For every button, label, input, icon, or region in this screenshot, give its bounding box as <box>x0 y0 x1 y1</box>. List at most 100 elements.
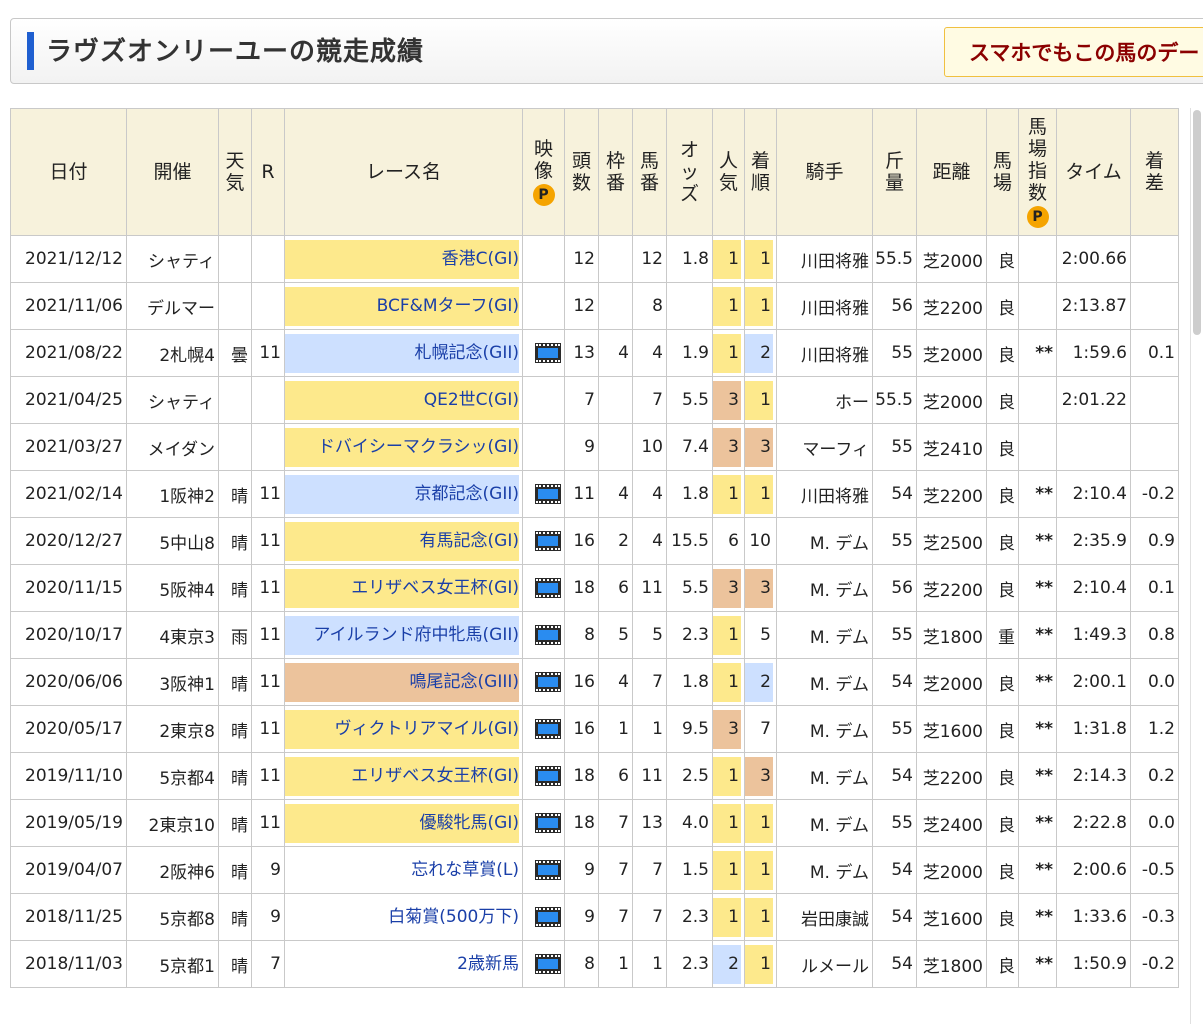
header-round[interactable]: R <box>251 108 285 236</box>
race-date-link[interactable]: 2020/11/15 <box>10 564 127 612</box>
header-date[interactable]: 日付 <box>10 108 127 236</box>
race-name-link[interactable]: ドバイシーマクラシッ(GI) <box>285 427 519 467</box>
header-jockey[interactable]: 騎手 <box>776 108 873 236</box>
venue-link[interactable]: 5京都4 <box>126 752 219 800</box>
header-time[interactable]: タイム <box>1056 108 1131 236</box>
header-heads[interactable]: 頭数 <box>564 108 599 236</box>
race-date-link[interactable]: 2019/11/10 <box>10 752 127 800</box>
header-odds[interactable]: オッズ <box>666 108 713 236</box>
race-name-link[interactable]: 忘れな草賞(L) <box>286 851 519 890</box>
race-name-link[interactable]: 2歳新馬 <box>286 945 519 984</box>
jockey-link[interactable]: M. デム <box>776 517 873 565</box>
video-film-icon[interactable] <box>535 719 561 739</box>
race-date-link[interactable]: 2021/11/06 <box>10 282 127 330</box>
race-date-link[interactable]: 2021/12/12 <box>10 235 127 283</box>
header-track-index[interactable]: 馬場指数 P <box>1018 108 1057 236</box>
header-margin[interactable]: 着差 <box>1130 108 1179 236</box>
venue-link[interactable]: メイダン <box>126 423 219 471</box>
video-film-icon[interactable] <box>535 954 561 974</box>
race-date-link[interactable]: 2018/11/25 <box>10 893 127 941</box>
race-date-link[interactable]: 2021/08/22 <box>10 329 127 377</box>
race-name-link[interactable]: 香港C(GI) <box>285 239 519 279</box>
race-name-link[interactable]: 有馬記念(GI) <box>285 521 519 561</box>
track-index-link[interactable]: ** <box>1018 940 1057 988</box>
jockey-link[interactable]: ルメール <box>776 940 873 988</box>
track-index-link[interactable] <box>1018 235 1057 283</box>
venue-link[interactable]: 3阪神1 <box>126 658 219 706</box>
jockey-link[interactable]: M. デム <box>776 705 873 753</box>
track-index-link[interactable] <box>1018 282 1057 330</box>
header-race-name[interactable]: レース名 <box>284 108 523 236</box>
race-date-link[interactable]: 2021/02/14 <box>10 470 127 518</box>
video-film-icon[interactable] <box>535 766 561 786</box>
jockey-link[interactable]: M. デム <box>776 658 873 706</box>
smartphone-promo-link[interactable]: スマホでもこの馬のデー <box>944 27 1203 77</box>
jockey-link[interactable]: 川田将雅 <box>776 329 873 377</box>
video-film-icon[interactable] <box>535 484 561 504</box>
scrollbar-thumb[interactable] <box>1193 110 1201 335</box>
race-name-link[interactable]: エリザベス女王杯(GI) <box>285 568 519 608</box>
jockey-link[interactable]: 岩田康誠 <box>776 893 873 941</box>
track-index-link[interactable]: ** <box>1018 705 1057 753</box>
track-index-link[interactable]: ** <box>1018 752 1057 800</box>
jockey-link[interactable]: ホー <box>776 376 873 424</box>
race-date-link[interactable]: 2019/05/19 <box>10 799 127 847</box>
race-name-link[interactable]: 京都記念(GII) <box>285 474 519 514</box>
track-index-link[interactable] <box>1018 423 1057 471</box>
header-video[interactable]: 映像 P <box>522 108 565 236</box>
race-name-link[interactable]: ヴィクトリアマイル(GI) <box>285 709 519 749</box>
race-date-link[interactable]: 2021/03/27 <box>10 423 127 471</box>
video-film-icon[interactable] <box>535 860 561 880</box>
video-film-icon[interactable] <box>535 907 561 927</box>
race-date-link[interactable]: 2020/06/06 <box>10 658 127 706</box>
race-name-link[interactable]: QE2世C(GI) <box>285 380 519 420</box>
race-name-link[interactable]: 鳴尾記念(GIII) <box>285 662 519 702</box>
video-film-icon[interactable] <box>535 813 561 833</box>
race-name-link[interactable]: BCF&Mターフ(GI) <box>285 286 519 326</box>
track-index-link[interactable]: ** <box>1018 470 1057 518</box>
track-index-link[interactable]: ** <box>1018 329 1057 377</box>
race-name-link[interactable]: 札幌記念(GII) <box>285 333 519 373</box>
race-date-link[interactable]: 2020/05/17 <box>10 705 127 753</box>
header-weather[interactable]: 天気 <box>218 108 252 236</box>
jockey-link[interactable]: M. デム <box>776 611 873 659</box>
jockey-link[interactable]: マーフィ <box>776 423 873 471</box>
jockey-link[interactable]: M. デム <box>776 752 873 800</box>
venue-link[interactable]: 2札幌4 <box>126 329 219 377</box>
venue-link[interactable]: 5京都8 <box>126 893 219 941</box>
header-frame[interactable]: 枠番 <box>598 108 633 236</box>
venue-link[interactable]: デルマー <box>126 282 219 330</box>
track-index-link[interactable]: ** <box>1018 799 1057 847</box>
venue-link[interactable]: 2東京10 <box>126 799 219 847</box>
track-index-link[interactable] <box>1018 376 1057 424</box>
track-index-link[interactable]: ** <box>1018 564 1057 612</box>
jockey-link[interactable]: 川田将雅 <box>776 470 873 518</box>
video-film-icon[interactable] <box>535 578 561 598</box>
video-film-icon[interactable] <box>535 343 561 363</box>
venue-link[interactable]: 4東京3 <box>126 611 219 659</box>
track-index-link[interactable]: ** <box>1018 611 1057 659</box>
venue-link[interactable]: 5阪神4 <box>126 564 219 612</box>
jockey-link[interactable]: M. デム <box>776 564 873 612</box>
video-film-icon[interactable] <box>535 531 561 551</box>
race-name-link[interactable]: 白菊賞(500万下) <box>286 898 519 937</box>
venue-link[interactable]: 2東京8 <box>126 705 219 753</box>
race-date-link[interactable]: 2020/10/17 <box>10 611 127 659</box>
jockey-link[interactable]: M. デム <box>776 799 873 847</box>
header-finish[interactable]: 着順 <box>744 108 777 236</box>
race-name-link[interactable]: アイルランド府中牝馬(GII) <box>285 615 519 655</box>
header-venue[interactable]: 開催 <box>126 108 219 236</box>
header-track[interactable]: 馬場 <box>986 108 1019 236</box>
track-index-link[interactable]: ** <box>1018 658 1057 706</box>
race-date-link[interactable]: 2018/11/03 <box>10 940 127 988</box>
video-film-icon[interactable] <box>535 625 561 645</box>
track-index-link[interactable]: ** <box>1018 893 1057 941</box>
track-index-link[interactable]: ** <box>1018 846 1057 894</box>
race-name-link[interactable]: 優駿牝馬(GI) <box>285 803 519 843</box>
race-name-link[interactable]: エリザベス女王杯(GI) <box>285 756 519 796</box>
venue-link[interactable]: 2阪神6 <box>126 846 219 894</box>
header-distance[interactable]: 距離 <box>916 108 987 236</box>
race-date-link[interactable]: 2020/12/27 <box>10 517 127 565</box>
race-date-link[interactable]: 2019/04/07 <box>10 846 127 894</box>
track-index-link[interactable]: ** <box>1018 517 1057 565</box>
